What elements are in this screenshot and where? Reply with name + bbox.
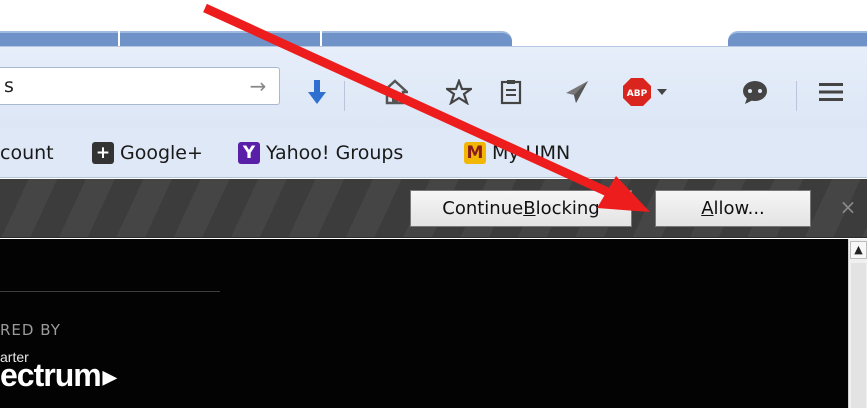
scroll-up-arrow[interactable]: ▲: [850, 241, 867, 259]
tab-4[interactable]: [728, 31, 867, 47]
bookmark-my-umn-label: My UMN: [492, 142, 571, 164]
bookmark-google-plus-label: Google+: [120, 142, 203, 164]
google-plus-icon: +: [92, 142, 114, 164]
tab-3[interactable]: [322, 31, 512, 47]
bookmark-star-icon[interactable]: [442, 75, 476, 109]
url-bar[interactable]: s →: [0, 67, 280, 105]
bookmark-account[interactable]: count: [0, 140, 54, 166]
tab-1[interactable]: [0, 31, 118, 47]
bookmark-my-umn[interactable]: M My UMN: [464, 140, 570, 166]
brand-logo: ectrum ▶: [0, 357, 117, 394]
svg-text:ABP: ABP: [627, 89, 648, 99]
reading-list-icon[interactable]: [494, 75, 528, 109]
continue-blocking-label-suffix: locking: [535, 198, 600, 219]
page-content: RED BY arter ectrum ▶: [0, 239, 848, 408]
play-arrow-icon: ▶: [102, 367, 117, 388]
brand-name-large: ectrum: [0, 357, 102, 393]
hamburger-menu-icon[interactable]: [814, 75, 848, 109]
bookmark-yahoo-groups-label: Yahoo! Groups: [266, 142, 404, 164]
allow-accesskey: A: [701, 198, 714, 219]
bookmark-account-label: count: [0, 142, 54, 164]
powered-by-text: RED BY: [0, 321, 61, 339]
url-text[interactable]: s: [4, 75, 14, 97]
yahoo-icon: Y: [238, 142, 260, 164]
download-arrow-icon[interactable]: [300, 75, 334, 109]
toolbar-separator: [796, 81, 797, 111]
close-icon[interactable]: ×: [838, 195, 858, 219]
allow-button[interactable]: Allow...: [655, 190, 811, 227]
content-divider: [0, 291, 220, 292]
tab-strip: [0, 0, 867, 47]
umn-icon: M: [464, 142, 486, 164]
adblock-plus-icon[interactable]: ABP: [620, 75, 654, 109]
bookmark-google-plus[interactable]: + Google+: [92, 140, 203, 166]
continue-blocking-button[interactable]: Continue Blocking: [410, 190, 632, 227]
scrollbar[interactable]: ▲: [848, 239, 867, 408]
allow-label-suffix: llow...: [713, 198, 765, 219]
scroll-thumb[interactable]: [851, 263, 866, 408]
toolbar-separator: [344, 81, 345, 111]
navigation-toolbar: s → ABP: [0, 46, 867, 128]
continue-blocking-accesskey: B: [523, 198, 536, 219]
bookmarks-bar: count + Google+ Y Yahoo! Groups M My UMN: [0, 128, 867, 178]
bookmark-yahoo-groups[interactable]: Y Yahoo! Groups: [238, 140, 403, 166]
home-icon[interactable]: [378, 75, 412, 109]
send-icon[interactable]: [560, 75, 594, 109]
plugin-notification-bar: Continue Blocking Allow... ×: [0, 179, 867, 238]
go-arrow-button[interactable]: →: [247, 73, 269, 99]
chevron-down-icon[interactable]: [652, 75, 672, 109]
chat-icon[interactable]: [738, 75, 772, 109]
continue-blocking-label-prefix: Continue: [442, 198, 524, 219]
tab-2[interactable]: [120, 31, 320, 47]
